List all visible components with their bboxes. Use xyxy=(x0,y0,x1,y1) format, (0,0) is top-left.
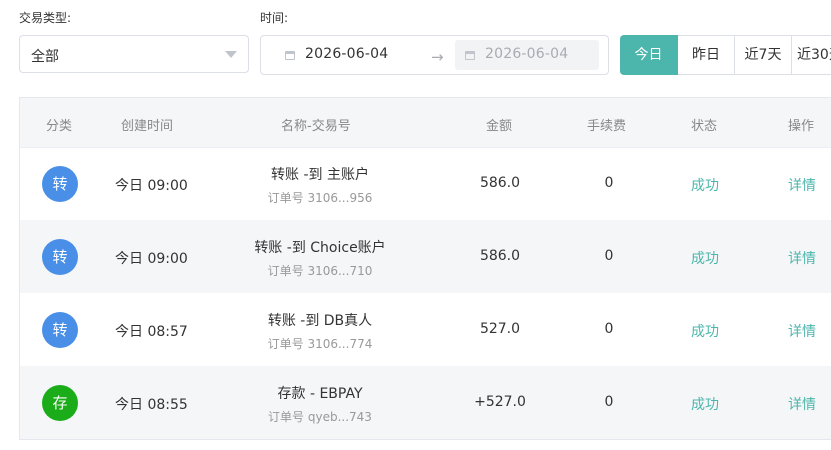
calendar-icon xyxy=(285,51,295,60)
date-range-picker[interactable]: 2026-06-04 → 2026-06-04 xyxy=(260,35,609,75)
created-time: 今日 08:57 xyxy=(115,324,188,340)
fee: 0 xyxy=(604,321,614,337)
details-link[interactable]: 详情 xyxy=(782,394,822,414)
fee: 0 xyxy=(604,175,614,191)
fee: 0 xyxy=(604,394,614,410)
order-number: 订单号 3106...774 xyxy=(267,337,373,351)
status-badge: 成功 xyxy=(691,251,719,267)
details-link[interactable]: 详情 xyxy=(782,321,822,341)
transaction-name: 转账 -到 Choice账户 xyxy=(254,240,386,256)
transaction-name: 转账 -到 DB真人 xyxy=(267,313,373,329)
header-action: 操作 xyxy=(788,119,815,134)
table-row: 转 今日 09:00 转账 -到 主账户 订单号 3106...956 586.… xyxy=(20,147,831,220)
amount: 586.0 xyxy=(479,248,521,264)
table-row: 存 今日 08:55 存款 - EBPAY 订单号 qyeb...743 +52… xyxy=(20,366,831,439)
transaction-type-label: 交易类型: xyxy=(19,11,72,25)
header-amount: 金额 xyxy=(486,119,513,134)
date-to-value: 2026-06-04 xyxy=(485,46,569,62)
created-time: 今日 08:55 xyxy=(115,397,188,413)
header-fee: 手续费 xyxy=(587,119,627,134)
transfer-badge: 转 xyxy=(42,312,78,348)
transfer-badge: 转 xyxy=(42,166,78,202)
order-number: 订单号 qyeb...743 xyxy=(268,410,372,424)
range-arrow-icon: → xyxy=(431,48,444,66)
deposit-badge: 存 xyxy=(42,385,78,421)
last-7-days-button[interactable]: 近7天 xyxy=(735,35,792,75)
time-label: 时间: xyxy=(260,11,289,25)
table-row: 转 今日 08:57 转账 -到 DB真人 订单号 3106...774 527… xyxy=(20,293,831,366)
last-30-days-button[interactable]: 近30天 xyxy=(792,35,831,75)
status-badge: 成功 xyxy=(691,397,719,413)
order-number: 订单号 3106...710 xyxy=(267,264,373,278)
created-time: 今日 09:00 xyxy=(115,178,188,194)
chevron-down-icon xyxy=(225,51,237,58)
transfer-badge: 转 xyxy=(42,239,78,275)
order-number: 订单号 3106...956 xyxy=(267,191,373,205)
yesterday-button[interactable]: 昨日 xyxy=(678,35,735,75)
fee: 0 xyxy=(604,248,614,264)
transactions-table: 分类 创建时间 名称-交易号 金额 手续费 状态 操作 转 今日 09:00 转… xyxy=(19,97,831,440)
transaction-name: 存款 - EBPAY xyxy=(277,386,363,402)
transaction-type-value: 全部 xyxy=(31,49,59,65)
header-category: 分类 xyxy=(46,119,73,134)
calendar-icon xyxy=(465,51,475,60)
quick-date-buttons: 今日 昨日 近7天 近30天 xyxy=(620,35,831,75)
date-from-value: 2026-06-04 xyxy=(305,46,389,62)
amount: 586.0 xyxy=(479,175,521,191)
created-time: 今日 09:00 xyxy=(115,251,188,267)
details-link[interactable]: 详情 xyxy=(782,248,822,268)
transaction-type-select[interactable]: 全部 xyxy=(19,35,249,73)
date-to-field[interactable]: 2026-06-04 xyxy=(455,40,599,70)
table-row: 转 今日 09:00 转账 -到 Choice账户 订单号 3106...710… xyxy=(20,220,831,293)
date-from-field[interactable]: 2026-06-04 → xyxy=(267,40,449,70)
today-button[interactable]: 今日 xyxy=(620,35,678,75)
header-created-time: 创建时间 xyxy=(121,119,174,134)
transaction-name: 转账 -到 主账户 xyxy=(271,167,369,183)
header-status: 状态 xyxy=(691,119,718,134)
table-header: 分类 创建时间 名称-交易号 金额 手续费 状态 操作 xyxy=(20,98,831,148)
status-badge: 成功 xyxy=(691,324,719,340)
status-badge: 成功 xyxy=(691,178,719,194)
header-name-txid: 名称-交易号 xyxy=(281,119,351,134)
details-link[interactable]: 详情 xyxy=(782,175,822,195)
amount: +527.0 xyxy=(474,394,526,410)
amount: 527.0 xyxy=(479,321,521,337)
